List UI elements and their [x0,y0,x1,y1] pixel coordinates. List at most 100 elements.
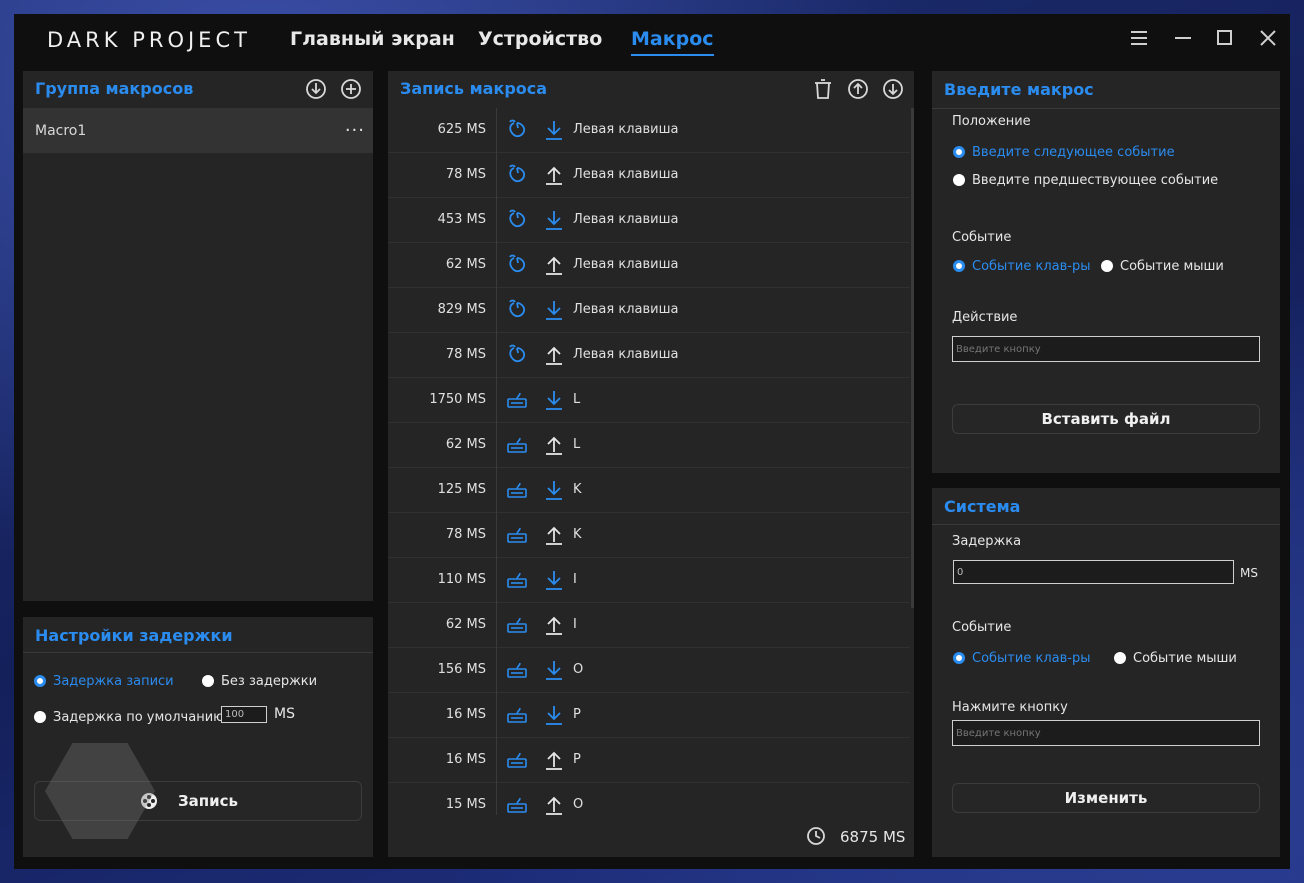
move-up-icon[interactable] [846,77,870,101]
radio-icon [202,674,214,687]
import-icon[interactable] [304,77,328,101]
key-down-icon [544,479,564,501]
record-row[interactable]: 125 MS K [388,468,910,513]
delay-unit: MS [1240,566,1258,580]
radio-next-event[interactable]: Введите следующее событие [953,142,1175,161]
delay-settings-title: Настройки задержки [35,626,233,645]
record-key: I [573,617,577,632]
radio-record-delay[interactable]: Задержка записи [34,671,174,690]
record-row[interactable]: 156 MS O [388,648,910,693]
enter-macro-title: Введите макрос [944,80,1094,99]
macro-name: Macro1 [35,122,87,139]
keyboard-icon [506,659,528,681]
row-divider [496,333,497,378]
macro-record-panel: Запись макроса 625 MS Левая клавиша 78 MS Л… [388,71,914,857]
record-row[interactable]: 16 MS P [388,738,910,783]
scrollbar[interactable] [911,108,914,608]
system-panel: Система Задержка MS Событие Событие клав… [932,488,1280,857]
row-divider [496,513,497,558]
record-row[interactable]: 62 MS L [388,423,910,468]
delete-icon[interactable] [811,77,835,101]
record-row[interactable]: 78 MS K [388,513,910,558]
record-row[interactable]: 15 MS O [388,783,910,815]
clock-icon [806,826,826,846]
record-delay: 62 MS [445,617,486,632]
action-label: Действие [952,310,1018,325]
change-button[interactable]: Изменить [952,783,1260,813]
record-key: O [573,662,584,677]
menu-icon[interactable] [1127,26,1151,50]
insert-file-button[interactable]: Вставить файл [952,404,1260,434]
radio-mouse-event[interactable]: Событие мыши [1114,648,1237,667]
record-row[interactable]: 1750 MS L [388,378,910,423]
close-icon[interactable] [1256,26,1280,50]
record-delay: 78 MS [445,167,486,182]
row-divider [496,738,497,783]
mouse-icon [506,299,528,321]
macro-record-title: Запись макроса [400,79,548,98]
record-row[interactable]: 16 MS P [388,693,910,738]
record-key: Левая клавиша [573,257,679,272]
row-divider [496,153,497,198]
key-up-icon [544,164,564,186]
record-delay: 16 MS [445,707,486,722]
minimize-icon[interactable] [1171,26,1195,50]
tab-device[interactable]: Устройство [478,28,602,50]
radio-checked-icon [953,145,965,158]
record-row[interactable]: 110 MS I [388,558,910,603]
tab-home[interactable]: Главный экран [290,28,455,50]
mouse-icon [506,344,528,366]
divider [932,108,1280,109]
record-row[interactable]: 62 MS Левая клавиша [388,243,910,288]
tab-macro[interactable]: Макрос [631,28,714,56]
system-title: Система [944,497,1021,516]
more-options-icon[interactable]: ··· [345,120,365,141]
record-delay: 156 MS [437,662,486,677]
key-down-icon [544,389,564,411]
record-delay: 110 MS [437,572,486,587]
radio-mouse-event[interactable]: Событие мыши [1101,256,1224,275]
mouse-icon [506,119,528,141]
add-icon[interactable] [339,77,363,101]
key-up-icon [544,794,564,815]
move-down-icon[interactable] [881,77,905,101]
record-row[interactable]: 78 MS Левая клавиша [388,333,910,378]
keyboard-icon [506,479,528,501]
key-up-icon [544,614,564,636]
radio-prev-event[interactable]: Введите предшествующее событие [953,170,1218,189]
keyboard-icon [506,614,528,636]
radio-icon [953,173,965,186]
action-input[interactable] [952,336,1260,362]
delay-unit: MS [274,706,295,722]
record-row[interactable]: 829 MS Левая клавиша [388,288,910,333]
radio-keyboard-event[interactable]: Событие клав-ры [953,256,1090,275]
macro-list-item[interactable]: Macro1 ··· [23,108,373,153]
app-window: DARK PROJECT Главный экран Устройство Ма… [14,14,1290,869]
record-delay: 453 MS [437,212,486,227]
record-delay: 78 MS [445,347,486,362]
delay-input[interactable] [953,560,1234,584]
record-key: Левая клавиша [573,347,679,362]
row-divider [496,198,497,243]
radio-no-delay[interactable]: Без задержки [202,671,317,690]
radio-keyboard-event[interactable]: Событие клав-ры [953,648,1090,667]
default-delay-input[interactable] [221,706,267,723]
divider [932,524,1280,525]
key-up-icon [544,434,564,456]
record-row[interactable]: 453 MS Левая клавиша [388,198,910,243]
keyboard-icon [506,704,528,726]
maximize-icon[interactable] [1213,26,1237,50]
record-list: 625 MS Левая клавиша 78 MS Левая клавиша 453… [388,108,912,815]
row-divider [496,648,497,693]
record-row[interactable]: 625 MS Левая клавиша [388,108,910,153]
record-row[interactable]: 78 MS Левая клавиша [388,153,910,198]
radio-checked-icon [953,259,965,272]
row-divider [496,783,497,815]
macro-group-panel: Группа макросов Macro1 ··· [23,71,373,601]
row-divider [496,423,497,468]
radio-default-delay[interactable]: Задержка по умолчанию [34,707,224,726]
record-row[interactable]: 62 MS I [388,603,910,648]
record-key: Левая клавиша [573,302,679,317]
press-key-input[interactable] [952,720,1260,746]
key-down-icon [544,704,564,726]
